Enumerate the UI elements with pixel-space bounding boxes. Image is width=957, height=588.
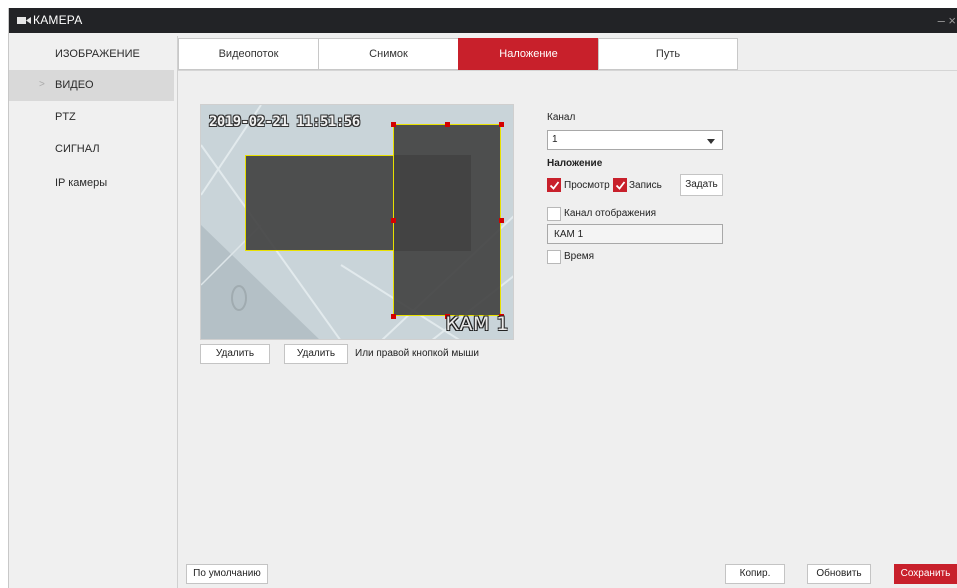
chevron-down-icon bbox=[707, 139, 715, 144]
window-controls[interactable]: – × bbox=[938, 13, 956, 28]
sidebar-item-label: ВИДЕО bbox=[55, 79, 94, 91]
resize-handle[interactable] bbox=[391, 218, 396, 223]
mouse-hint: Или правой кнопкой мыши bbox=[355, 348, 480, 359]
resize-handle[interactable] bbox=[499, 122, 504, 127]
camera-icon bbox=[17, 17, 31, 24]
preview-checkbox-label: Просмотр bbox=[564, 180, 610, 191]
default-button[interactable]: По умолчанию bbox=[186, 564, 268, 584]
sidebar-item-label: ИЗОБРАЖЕНИЕ bbox=[55, 48, 140, 60]
channel-display-checkbox[interactable] bbox=[547, 207, 561, 221]
tab-overlay[interactable]: Наложение bbox=[458, 38, 598, 70]
privacy-mask-2[interactable] bbox=[393, 124, 501, 316]
check-icon bbox=[615, 181, 626, 190]
sidebar-item-ptz[interactable]: PTZ bbox=[9, 102, 174, 133]
sidebar-item-ip-cameras[interactable]: IP камеры bbox=[9, 168, 174, 199]
set-button[interactable]: Задать bbox=[680, 174, 723, 196]
sidebar: ИЗОБРАЖЕНИЕ > ВИДЕО PTZ СИГНАЛ IP камеры bbox=[9, 33, 174, 588]
record-checkbox[interactable] bbox=[613, 178, 627, 192]
tab-stream[interactable]: Видеопоток bbox=[178, 38, 318, 70]
record-checkbox-label: Запись bbox=[629, 180, 662, 191]
check-icon bbox=[549, 181, 560, 190]
sidebar-item-label: СИГНАЛ bbox=[55, 143, 100, 155]
content-panel: Видеопоток Снимок Наложение Путь 2019-02… bbox=[177, 36, 957, 588]
preview-checkbox[interactable] bbox=[547, 178, 561, 192]
tab-snapshot[interactable]: Снимок bbox=[318, 38, 458, 70]
channel-display-label: Канал отображения bbox=[564, 208, 657, 219]
sidebar-item-alarm[interactable]: СИГНАЛ bbox=[9, 134, 174, 165]
osd-timestamp: 2019-02-21 11:51:56 bbox=[209, 114, 360, 130]
window-title: КАМЕРА bbox=[33, 13, 83, 27]
save-button[interactable]: Сохранить bbox=[894, 564, 957, 584]
overlay-label: Наложение bbox=[547, 158, 603, 169]
copy-button[interactable]: Копир. bbox=[725, 564, 785, 584]
tab-path[interactable]: Путь bbox=[598, 38, 738, 70]
tab-bar: Видеопоток Снимок Наложение Путь bbox=[178, 38, 738, 70]
resize-handle[interactable] bbox=[391, 314, 396, 319]
title-bar: КАМЕРА – × bbox=[9, 8, 957, 33]
channel-select-value: 1 bbox=[552, 134, 558, 145]
delete-button[interactable]: Удалить bbox=[200, 344, 270, 364]
sidebar-item-label: PTZ bbox=[55, 111, 76, 123]
osd-channel-name: КАМ 1 bbox=[445, 313, 509, 335]
time-checkbox-label: Время bbox=[564, 251, 595, 262]
resize-handle[interactable] bbox=[499, 218, 504, 223]
time-checkbox[interactable] bbox=[547, 250, 561, 264]
channel-label: Канал bbox=[547, 112, 576, 123]
resize-handle[interactable] bbox=[445, 122, 450, 127]
resize-handle[interactable] bbox=[391, 122, 396, 127]
video-preview[interactable]: 2019-02-21 11:51:56 КАМ 1 bbox=[200, 104, 514, 340]
sidebar-item-image[interactable]: ИЗОБРАЖЕНИЕ bbox=[9, 39, 174, 70]
refresh-button[interactable]: Обновить bbox=[807, 564, 871, 584]
channel-select[interactable]: 1 bbox=[547, 130, 723, 150]
sidebar-item-label: IP камеры bbox=[55, 177, 108, 189]
sidebar-item-video[interactable]: > ВИДЕО bbox=[9, 70, 174, 101]
camera-window: КАМЕРА – × ИЗОБРАЖЕНИЕ > ВИДЕО PTZ СИГНА… bbox=[8, 8, 957, 588]
delete-all-button[interactable]: Удалить bbox=[284, 344, 348, 364]
tab-divider bbox=[178, 70, 957, 71]
channel-name-field[interactable]: КАМ 1 bbox=[547, 224, 723, 244]
privacy-mask-1-outline bbox=[245, 155, 393, 251]
chevron-right-icon: > bbox=[39, 79, 45, 90]
